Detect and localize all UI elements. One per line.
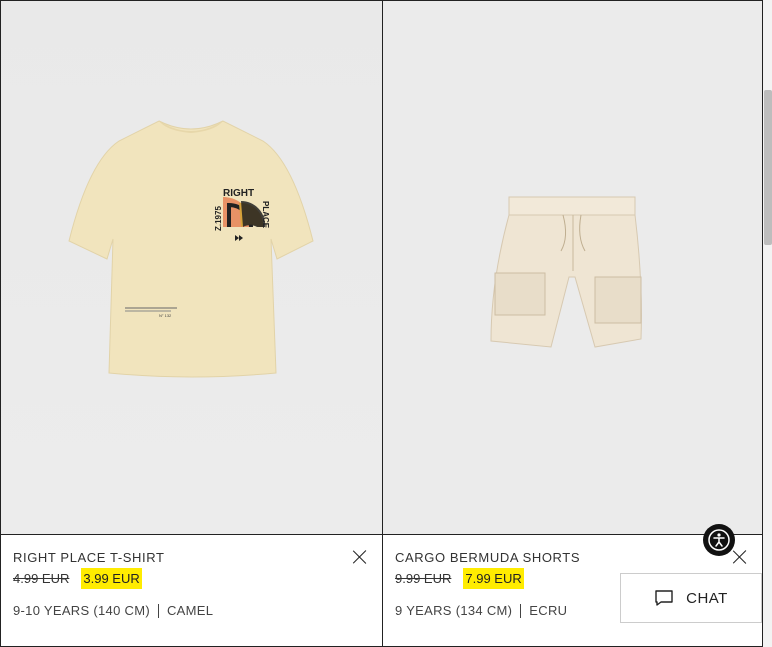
separator — [157, 603, 159, 618]
old-price: 4.99 EUR — [13, 571, 70, 586]
product-meta: 9 YEARS (134 CM) ECRU — [395, 603, 567, 618]
tshirt-illustration: RIGHT Z.1975 PLACE N° 132 — [1, 1, 382, 534]
print-text-top: RIGHT — [223, 188, 254, 199]
product-size: 9-10 YEARS (140 CM) — [13, 603, 150, 618]
print-text-right: PLACE — [261, 201, 270, 229]
scrollbar-thumb[interactable] — [764, 90, 772, 245]
print-tag: N° 132 — [159, 313, 172, 318]
product-size: 9 YEARS (134 CM) — [395, 603, 513, 618]
product-info: RIGHT PLACE T-SHIRT 4.99 EUR 3.99 EUR 9-… — [1, 535, 382, 646]
shorts-illustration — [383, 1, 762, 534]
accessibility-button[interactable] — [703, 524, 735, 556]
chat-label: CHAT — [686, 589, 728, 607]
product-meta: 9-10 YEARS (140 CM) CAMEL — [13, 603, 213, 618]
sale-price: 7.99 EUR — [463, 568, 524, 589]
product-name[interactable]: RIGHT PLACE T-SHIRT — [13, 550, 165, 565]
close-icon[interactable] — [352, 549, 368, 565]
product-image[interactable]: RIGHT Z.1975 PLACE N° 132 — [1, 1, 382, 535]
separator — [520, 603, 522, 618]
product-color: ECRU — [529, 603, 568, 618]
product-card[interactable]: RIGHT Z.1975 PLACE N° 132 RIGHT PLACE T-… — [0, 0, 383, 647]
close-icon[interactable] — [732, 549, 748, 565]
accessibility-icon — [708, 529, 730, 551]
price-row: 4.99 EUR 3.99 EUR — [13, 568, 142, 589]
sale-price: 3.99 EUR — [81, 568, 142, 589]
chat-button[interactable]: CHAT — [620, 573, 762, 623]
product-grid: RIGHT Z.1975 PLACE N° 132 RIGHT PLACE T-… — [0, 0, 763, 647]
old-price: 9.99 EUR — [395, 571, 452, 586]
print-text-left: Z.1975 — [214, 206, 223, 231]
chat-icon — [655, 590, 673, 606]
product-color: CAMEL — [166, 603, 214, 618]
product-image[interactable] — [383, 1, 762, 535]
product-name[interactable]: CARGO BERMUDA SHORTS — [395, 550, 580, 565]
price-row: 9.99 EUR 7.99 EUR — [395, 568, 524, 589]
